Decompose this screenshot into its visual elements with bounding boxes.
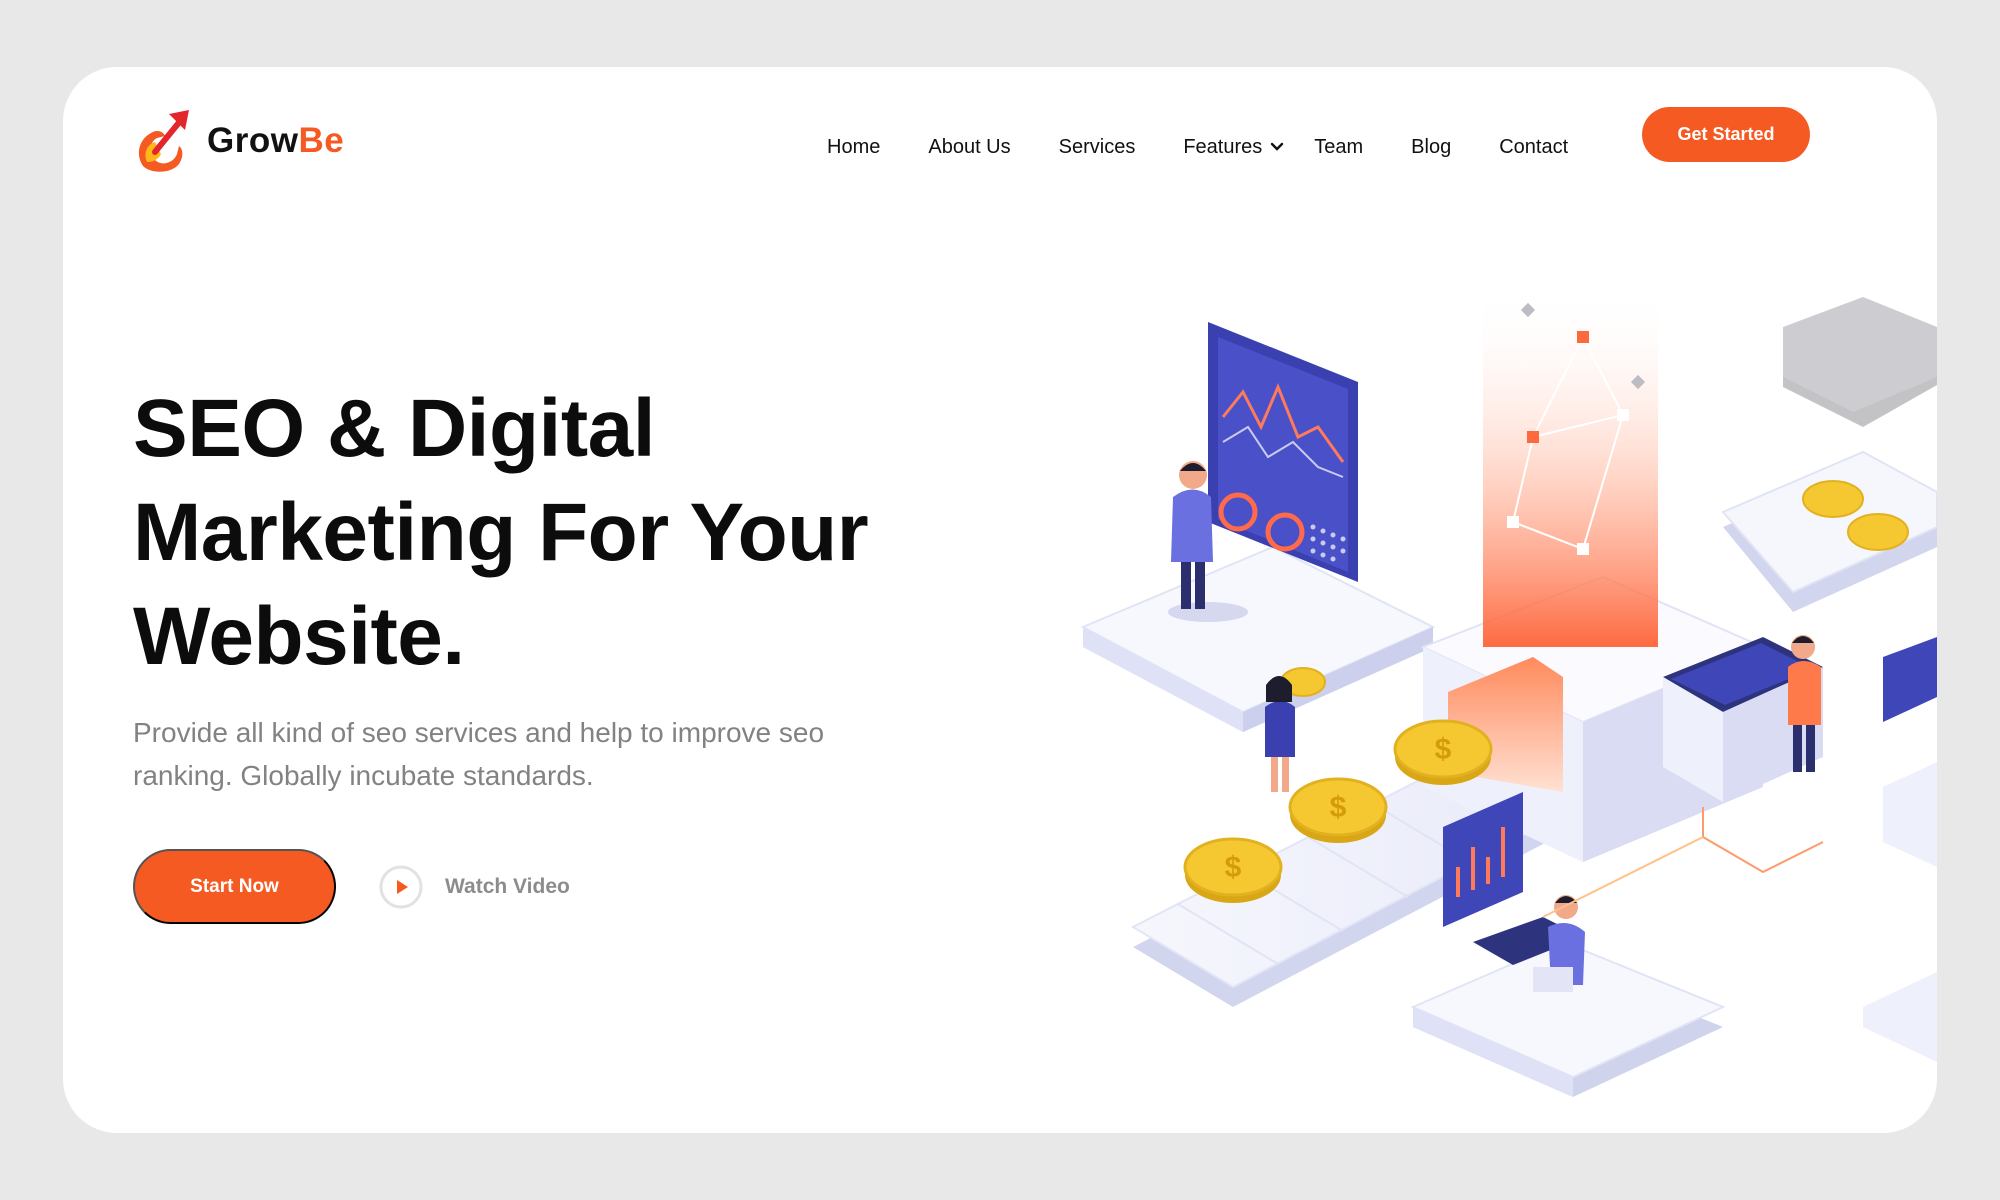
get-started-button[interactable]: Get Started <box>1642 107 1810 162</box>
watch-video-button[interactable]: Watch Video <box>379 864 570 910</box>
hero-description-line-2: ranking. Globally incubate standards. <box>133 760 594 791</box>
hero-title-line-3: Website. <box>133 591 465 682</box>
brand-name-part2: Be <box>298 121 345 160</box>
courier-figure <box>1265 676 1295 792</box>
nav-item-services[interactable]: Services <box>1059 136 1136 159</box>
svg-text:$: $ <box>1435 733 1452 766</box>
chevron-down-icon <box>1271 142 1284 151</box>
main-nav: Home About Us Services Features Team Blo… <box>827 119 1616 175</box>
nav-item-team[interactable]: Team <box>1314 136 1363 159</box>
brand-name: GrowBe <box>207 121 344 161</box>
rocket-arrow-icon <box>138 110 189 172</box>
nav-item-features[interactable]: Features <box>1183 136 1284 159</box>
hero-description-line-1: Provide all kind of seo services and hel… <box>133 717 825 748</box>
nav-item-blog[interactable]: Blog <box>1411 136 1451 159</box>
start-now-button[interactable]: Start Now <box>133 849 336 924</box>
data-wire <box>1702 807 1824 874</box>
page-card: GrowBe Home About Us Services Features T… <box>63 67 1937 1133</box>
hero-description: Provide all kind of seo services and hel… <box>133 711 933 797</box>
hero-title-line-2: Marketing For Your <box>133 487 869 578</box>
grey-tile <box>1783 297 1937 427</box>
hero-title: SEO & Digital Marketing For Your Website… <box>133 377 993 689</box>
nav-item-home[interactable]: Home <box>827 136 880 159</box>
svg-text:$: $ <box>1225 851 1242 884</box>
seo-platform-illustration: $ $ $ <box>1080 287 1937 1097</box>
svg-text:$: $ <box>1330 791 1347 824</box>
analytics-screen <box>1208 322 1358 582</box>
nav-item-about-us[interactable]: About Us <box>928 136 1010 159</box>
right-edge-platforms <box>1863 637 1937 1062</box>
dashboard-platform <box>1080 545 1436 732</box>
watch-video-label: Watch Video <box>445 875 570 898</box>
nav-item-contact[interactable]: Contact <box>1499 136 1568 159</box>
hero-title-line-1: SEO & Digital <box>133 383 656 474</box>
play-icon <box>379 865 423 909</box>
nav-item-features-label: Features <box>1183 135 1263 158</box>
brand-name-part1: Grow <box>207 121 299 160</box>
side-conveyor <box>1721 450 1937 612</box>
brand-logo[interactable]: GrowBe <box>133 105 344 177</box>
